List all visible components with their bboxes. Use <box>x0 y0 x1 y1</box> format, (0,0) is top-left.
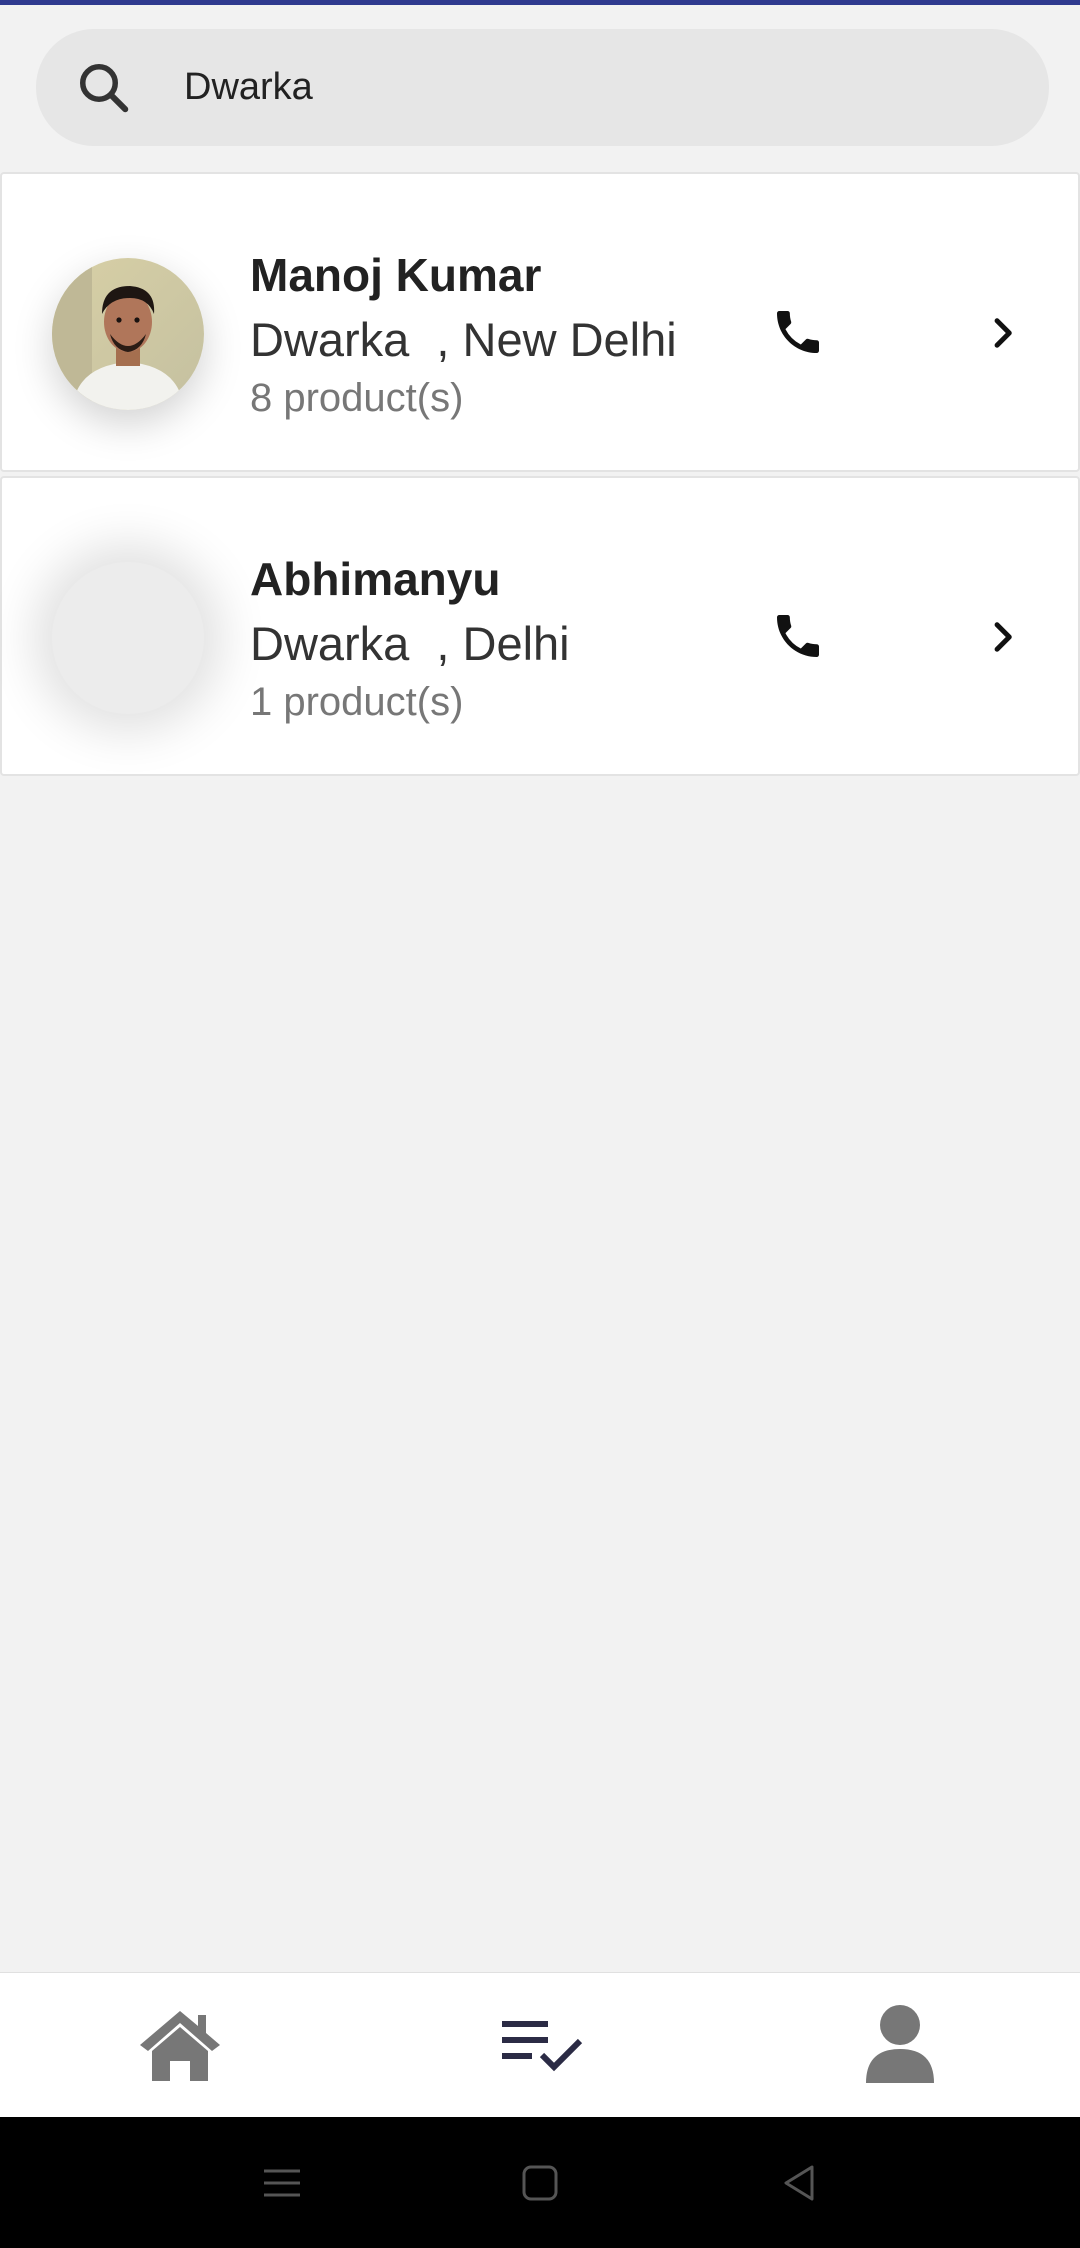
product-count: 1 product(s) <box>250 680 464 724</box>
seller-area: Dwarka <box>250 617 410 670</box>
seller-name: Manoj Kumar <box>250 249 542 301</box>
seller-city: Delhi <box>462 617 570 670</box>
back-triangle-icon[interactable] <box>776 2159 824 2207</box>
nav-home-button[interactable] <box>136 2003 224 2087</box>
system-navigation-bar <box>0 2117 1080 2248</box>
phone-icon[interactable] <box>770 304 826 360</box>
seller-location: Dwarka , Delhi <box>250 616 570 671</box>
orders-checklist-icon <box>502 2021 583 2072</box>
home-square-icon[interactable] <box>516 2159 564 2207</box>
avatar-placeholder <box>52 562 204 714</box>
search-icon[interactable] <box>74 58 134 118</box>
seller-location: Dwarka , New Delhi <box>250 312 677 367</box>
bottom-navigation <box>0 1972 1080 2118</box>
avatar <box>52 258 204 410</box>
list-item[interactable]: Abhimanyu Dwarka , Delhi 1 product(s) <box>0 476 1080 776</box>
results-list: Manoj Kumar Dwarka , New Delhi 8 product… <box>0 172 1080 780</box>
search-bar[interactable] <box>36 29 1049 146</box>
seller-area: Dwarka <box>250 313 410 366</box>
list-item[interactable]: Manoj Kumar Dwarka , New Delhi 8 product… <box>0 172 1080 472</box>
nav-profile-button[interactable] <box>862 2003 938 2087</box>
chevron-right-icon[interactable] <box>982 616 1024 658</box>
profile-icon <box>866 2005 934 2083</box>
home-icon <box>140 2011 220 2081</box>
product-count: 8 product(s) <box>250 376 464 420</box>
phone-icon[interactable] <box>770 608 826 664</box>
avatar-photo <box>52 258 204 410</box>
seller-city: New Delhi <box>462 313 677 366</box>
location-separator: , <box>436 313 450 366</box>
menu-icon[interactable] <box>258 2159 306 2207</box>
location-separator: , <box>436 617 450 670</box>
seller-name: Abhimanyu <box>250 553 501 605</box>
top-accent-bar <box>0 0 1080 5</box>
chevron-right-icon[interactable] <box>982 312 1024 354</box>
search-input[interactable] <box>182 56 946 119</box>
nav-orders-button[interactable] <box>498 2003 586 2087</box>
